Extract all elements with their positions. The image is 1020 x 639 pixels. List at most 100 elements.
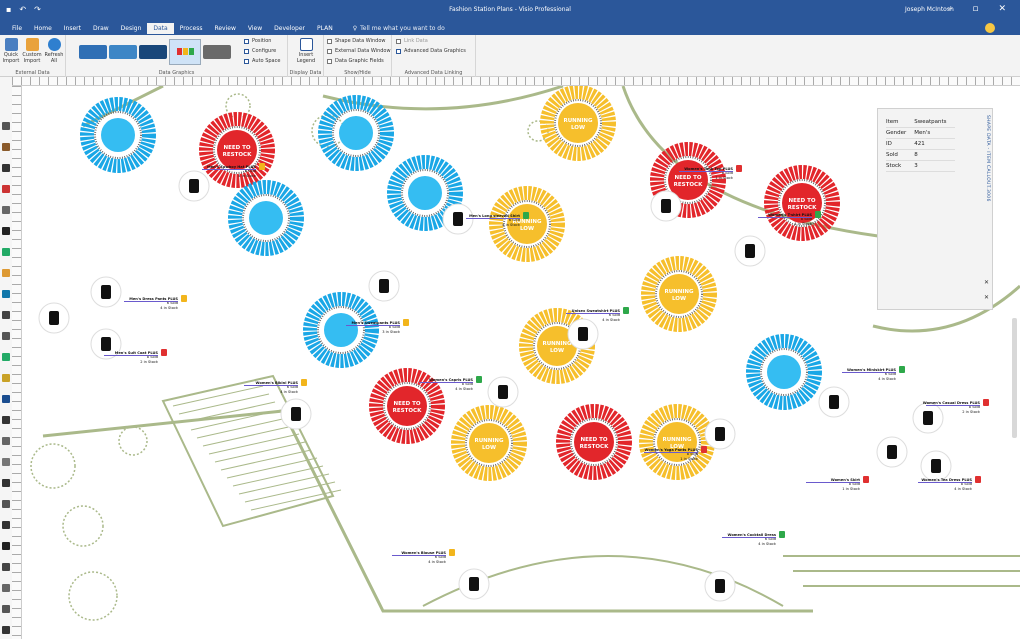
tab-design[interactable]: Design bbox=[115, 23, 148, 34]
item-callout[interactable]: Women's Miniskirt PLUS 6 Sold 4 in Stock bbox=[806, 368, 896, 381]
shape-data-row[interactable]: Gender Men's bbox=[886, 127, 955, 139]
stencil-shape-icon[interactable] bbox=[2, 332, 10, 340]
drawing-canvas[interactable]: NEED TO RESTOCK RUNNING LOW RUNNING LOW NEED T… bbox=[23, 86, 1020, 639]
graphic-style-3-icon[interactable] bbox=[139, 44, 167, 59]
graphic-style-2-icon[interactable] bbox=[109, 44, 137, 59]
rack-status-label: RUNNING bbox=[474, 438, 504, 444]
stencil-shape-icon[interactable] bbox=[2, 479, 10, 487]
stencil-shape-icon[interactable] bbox=[2, 416, 10, 424]
item-callout[interactable]: Unisex Sweatshirt PLUS 6 Sold 4 in Stock bbox=[530, 309, 620, 322]
stencil-shape-icon[interactable] bbox=[2, 290, 10, 298]
clothing-rack-yellow[interactable]: RUNNINGLOW bbox=[641, 256, 717, 332]
tab-process[interactable]: Process bbox=[174, 23, 209, 34]
shape-data-row[interactable]: Item Sweatpants bbox=[886, 117, 955, 128]
clothing-rack-yellow[interactable]: RUNNINGLOW bbox=[639, 404, 715, 480]
stencil-shape-icon[interactable] bbox=[2, 269, 10, 277]
tab-plan[interactable]: PLAN bbox=[311, 23, 339, 34]
close-icon[interactable]: ✕ bbox=[998, 4, 1006, 14]
tab-insert[interactable]: Insert bbox=[58, 23, 87, 34]
auto-space-button[interactable]: Auto Space bbox=[244, 58, 280, 64]
shape-data-row[interactable]: Stock 3 bbox=[886, 160, 955, 172]
tab-home[interactable]: Home bbox=[28, 23, 58, 34]
stencil-shape-icon[interactable] bbox=[2, 500, 10, 508]
clothing-rack-red[interactable]: NEED TORESTOCK bbox=[556, 404, 632, 480]
minimize-icon[interactable]: – bbox=[948, 4, 953, 14]
clothing-rack-blue[interactable] bbox=[228, 180, 304, 256]
configure-button[interactable]: Configure bbox=[244, 48, 276, 54]
stencil-shape-icon[interactable] bbox=[2, 353, 10, 361]
stencil-shape-icon[interactable] bbox=[2, 374, 10, 382]
stencil-shape-icon[interactable] bbox=[2, 458, 10, 466]
stencil-shape-icon[interactable] bbox=[2, 626, 10, 634]
stencil-shape-icon[interactable] bbox=[2, 164, 10, 172]
custom-import-button[interactable]: Custom Import bbox=[22, 38, 42, 64]
graphic-style-5-icon[interactable] bbox=[203, 44, 231, 59]
data-graphic-fields-checkbox[interactable]: Data Graphic Fields bbox=[327, 58, 384, 64]
item-callout[interactable]: Women's Tea Dress PLUS 8 Sold 4 in Stock bbox=[882, 478, 972, 491]
tab-view[interactable]: View bbox=[242, 23, 268, 34]
item-callout[interactable]: Men's Dress Pants PLUS 6 Sold 4 in Stock bbox=[88, 297, 178, 310]
tab-file[interactable]: File bbox=[6, 23, 28, 34]
close-icon[interactable]: ✕ bbox=[984, 279, 989, 286]
tell-me-box[interactable]: ♀ Tell me what you want to do bbox=[353, 25, 445, 32]
garment-shape-icon bbox=[578, 327, 588, 341]
stencil-shape-icon[interactable] bbox=[2, 521, 10, 529]
stencil-shape-icon[interactable] bbox=[2, 437, 10, 445]
stencil-shape-icon[interactable] bbox=[2, 227, 10, 235]
external-data-window-checkbox[interactable]: External Data Window bbox=[327, 48, 391, 54]
stencil-shape-icon[interactable] bbox=[2, 395, 10, 403]
vertical-scrollbar[interactable] bbox=[1012, 318, 1017, 438]
item-callout[interactable]: Women's Skirt 8 Sold 1 in Stock bbox=[770, 478, 860, 491]
feedback-smiley-icon[interactable] bbox=[985, 23, 995, 33]
insert-legend-button[interactable]: Insert Legend bbox=[293, 38, 319, 64]
stencil-shape-icon[interactable] bbox=[2, 311, 10, 319]
item-callout[interactable]: Men's Long sleeved Shirt 6 Sold 4 in Stock bbox=[430, 214, 520, 227]
stencil-shape-icon[interactable] bbox=[2, 584, 10, 592]
clothing-rack-yellow[interactable]: RUNNINGLOW bbox=[540, 86, 616, 161]
item-callout[interactable]: Women's T-shirt PLUS 8 Sold 4 in Stock bbox=[722, 213, 812, 226]
item-callout[interactable]: Women's Bikini PLUS 6 Sold 4 in Stock bbox=[208, 381, 298, 394]
position-button[interactable]: Position bbox=[244, 38, 271, 44]
quick-import-button[interactable]: Quick Import bbox=[2, 38, 20, 64]
clothing-rack-blue[interactable] bbox=[80, 97, 156, 173]
tab-draw[interactable]: Draw bbox=[87, 23, 115, 34]
item-callout[interactable]: Women's Capris PLUS 8 Sold 4 in Stock bbox=[383, 378, 473, 391]
stencil-shape-icon[interactable] bbox=[2, 563, 10, 571]
stock-status-flag-icon bbox=[736, 165, 742, 172]
stencil-shape-icon[interactable] bbox=[2, 206, 10, 214]
shape-data-row[interactable]: ID 421 bbox=[886, 138, 955, 150]
link-data-button[interactable]: Link Data bbox=[396, 38, 428, 44]
item-callout[interactable]: Women's Tank Top PLUS 8 Sold 1 in Stock bbox=[643, 167, 733, 180]
stencil-shape-icon[interactable] bbox=[2, 248, 10, 256]
stencil-shape-icon[interactable] bbox=[2, 143, 10, 151]
shape-data-window-checkbox[interactable]: Shape Data Window bbox=[327, 38, 386, 44]
graphic-style-1-icon[interactable] bbox=[79, 44, 107, 59]
graphic-style-4-icon[interactable] bbox=[169, 38, 201, 65]
close-icon[interactable]: ✕ bbox=[984, 294, 989, 301]
stock-status-flag-icon bbox=[899, 366, 905, 373]
tab-data[interactable]: Data bbox=[147, 22, 174, 34]
item-callout[interactable]: Men's Cowboy Hat PLUS 8 Sold 4 in Stock bbox=[166, 165, 256, 178]
item-callout[interactable]: Women's Cocktail Dress 6 Sold 4 in Stock bbox=[686, 533, 776, 546]
item-callout[interactable]: Women's Blouse PLUS 6 Sold 4 in Stock bbox=[356, 551, 446, 564]
item-callout[interactable]: Women's Casual Dress PLUS 8 Sold 2 in Stoc… bbox=[890, 401, 980, 414]
stencil-shape-icon[interactable] bbox=[2, 185, 10, 193]
clothing-rack-yellow[interactable]: RUNNINGLOW bbox=[451, 405, 527, 481]
shape-data-window[interactable]: Item Sweatpants Gender Men's ID 421 Sold 8 Stock… bbox=[877, 108, 993, 310]
data-graphics-gallery[interactable] bbox=[70, 38, 240, 65]
checkbox-icon bbox=[327, 38, 332, 44]
refresh-all-button[interactable]: Refresh All bbox=[44, 38, 64, 64]
stencil-shape-icon[interactable] bbox=[2, 542, 10, 550]
clothing-rack-blue[interactable] bbox=[318, 95, 394, 171]
restore-icon[interactable]: ▫ bbox=[972, 4, 978, 14]
stencil-shape-icon[interactable] bbox=[2, 605, 10, 613]
stencil-shape-icon[interactable] bbox=[2, 122, 10, 130]
item-callout[interactable]: Men's Sweatpants PLUS 8 Sold 3 in Stock bbox=[310, 321, 400, 334]
tab-developer[interactable]: Developer bbox=[268, 23, 311, 34]
tab-review[interactable]: Review bbox=[208, 23, 241, 34]
user-name[interactable]: Joseph McIntosh bbox=[905, 6, 954, 13]
item-callout[interactable]: Women's Yoga Pants PLUS 8 Sold 1 in Stock bbox=[608, 448, 698, 461]
item-callout[interactable]: Men's Suit Coat PLUS 8 Sold 2 in Stock bbox=[68, 351, 158, 364]
shape-data-row[interactable]: Sold 8 bbox=[886, 149, 955, 161]
advanced-data-graphics-button[interactable]: Advanced Data Graphics bbox=[396, 48, 466, 54]
